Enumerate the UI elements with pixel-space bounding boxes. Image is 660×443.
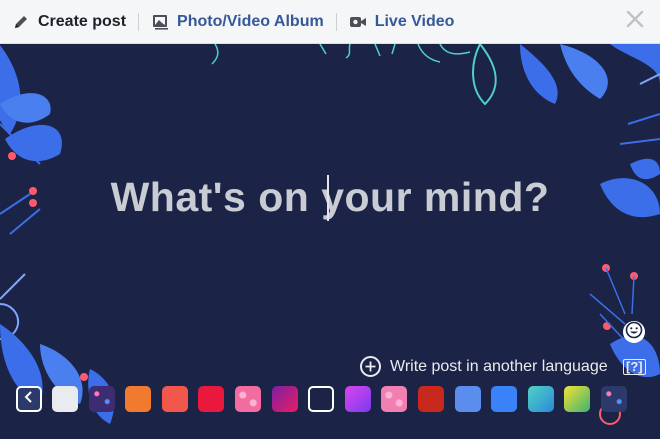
swatch-magenta-gradient[interactable] bbox=[271, 386, 298, 412]
swatch-red-orange[interactable] bbox=[161, 386, 188, 412]
tab-live-video[interactable]: Live Video bbox=[337, 0, 467, 44]
swatch-pink-pattern[interactable] bbox=[381, 386, 408, 412]
swatch-red[interactable] bbox=[198, 386, 225, 412]
composer-canvas[interactable]: What's on your mind? Write post in anoth… bbox=[0, 44, 660, 439]
swatch-purple-pattern[interactable] bbox=[88, 386, 115, 412]
photo-album-label: Photo/Video Album bbox=[177, 12, 324, 30]
swatch-dark-navy-selected[interactable] bbox=[308, 386, 335, 412]
close-icon bbox=[626, 10, 644, 33]
photo-album-icon bbox=[151, 13, 169, 31]
write-another-language-button[interactable]: Write post in another language bbox=[360, 356, 608, 377]
video-camera-icon bbox=[349, 13, 367, 31]
tab-photo-video-album[interactable]: Photo/Video Album bbox=[139, 0, 336, 44]
swatch-navy-confetti[interactable] bbox=[601, 386, 627, 412]
swatch-teal-green-gradient[interactable] bbox=[527, 386, 554, 412]
emoji-button[interactable] bbox=[623, 321, 645, 343]
swatch-red-texture[interactable] bbox=[418, 386, 444, 412]
background-pattern bbox=[0, 44, 660, 425]
pencil-icon bbox=[12, 13, 30, 31]
swatch-purple-gradient[interactable] bbox=[344, 386, 371, 412]
plus-circle-icon bbox=[360, 356, 381, 377]
emoji-icon bbox=[625, 321, 643, 344]
composer-toolbar: Create post Photo/Video Album Live Video bbox=[0, 0, 660, 44]
create-post-label: Create post bbox=[38, 12, 127, 30]
text-cursor bbox=[327, 175, 329, 221]
swatch-light-gray[interactable] bbox=[52, 386, 78, 412]
swatch-blue[interactable] bbox=[454, 386, 481, 412]
swatch-collapse-button[interactable] bbox=[16, 386, 42, 412]
language-help-link[interactable]: [?] bbox=[623, 359, 646, 375]
swatch-blue-light[interactable] bbox=[491, 386, 518, 412]
close-button[interactable] bbox=[624, 10, 646, 32]
write-another-language-label: Write post in another language bbox=[390, 357, 608, 375]
chevron-left-icon bbox=[24, 390, 34, 408]
bottom-edge bbox=[0, 439, 660, 443]
swatch-yellow-green-gradient[interactable] bbox=[564, 386, 591, 412]
swatch-pink-hearts[interactable] bbox=[235, 386, 261, 412]
live-video-label: Live Video bbox=[374, 12, 455, 30]
tab-create-post[interactable]: Create post bbox=[0, 0, 138, 44]
swatch-orange[interactable] bbox=[125, 386, 152, 412]
post-text-placeholder[interactable]: What's on your mind? bbox=[0, 174, 660, 221]
